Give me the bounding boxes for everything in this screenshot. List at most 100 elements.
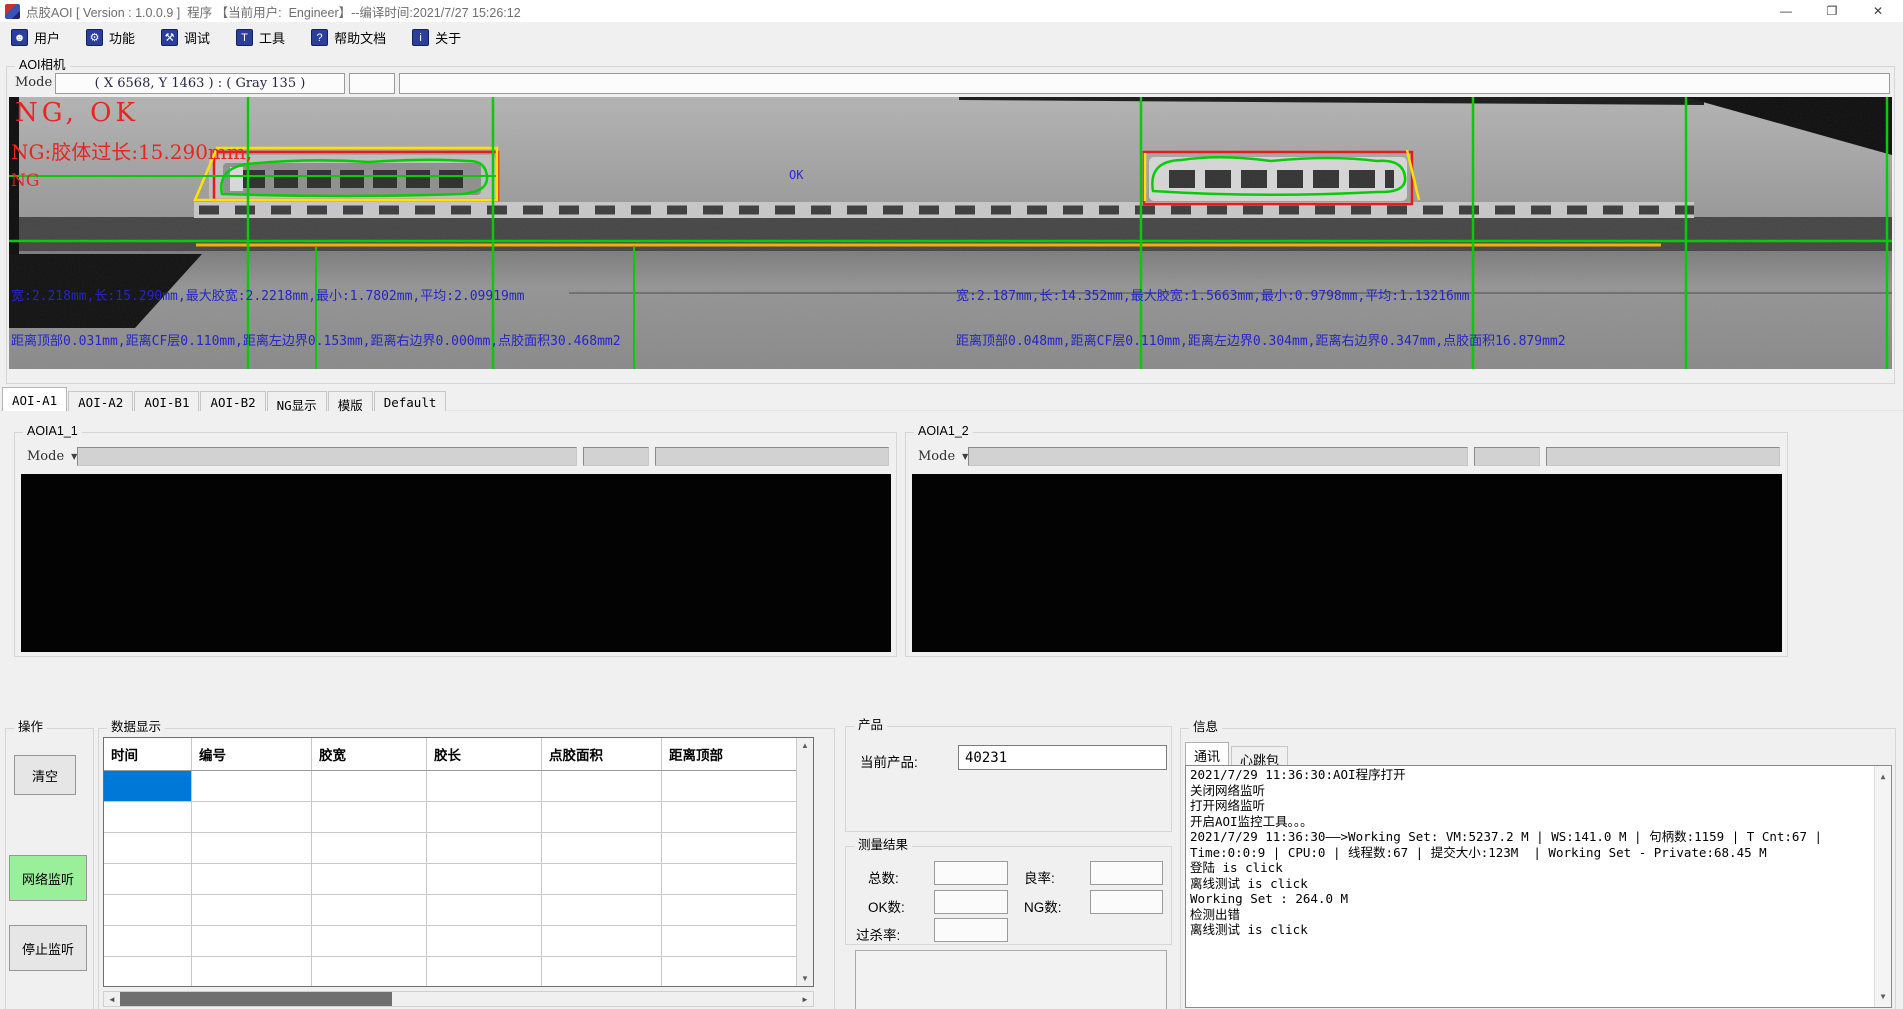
operation-group: 操作 清空 网络监听 停止监听 xyxy=(5,728,94,1009)
scrollbar-thumb[interactable] xyxy=(120,992,392,1006)
table-cell[interactable] xyxy=(662,802,798,832)
table-vertical-scrollbar[interactable]: ▲ ▼ xyxy=(796,738,813,986)
panel-b-image-view[interactable] xyxy=(912,474,1782,652)
scroll-left-icon[interactable]: ◄ xyxy=(104,992,120,1006)
scroll-up-icon[interactable]: ▲ xyxy=(1881,769,1886,785)
column-header[interactable]: 胶宽 xyxy=(312,738,427,770)
scroll-down-icon[interactable]: ▼ xyxy=(801,974,809,983)
table-cell[interactable] xyxy=(427,802,542,832)
table-cell[interactable] xyxy=(312,802,427,832)
toolbar-button-about[interactable]: i关于 xyxy=(412,28,461,47)
table-cell[interactable] xyxy=(104,895,192,925)
table-row[interactable] xyxy=(104,957,813,987)
table-cell[interactable] xyxy=(662,895,798,925)
comm-log[interactable]: ▲ ▼ 2021/7/29 11:36:30:AOI程序打开关闭网络监听打开网络… xyxy=(1185,765,1892,1008)
table-cell[interactable] xyxy=(542,926,662,956)
scroll-right-icon[interactable]: ► xyxy=(797,992,813,1006)
column-header[interactable]: 距离顶部 xyxy=(662,738,798,770)
table-cell[interactable] xyxy=(542,957,662,987)
scrollbar-track[interactable] xyxy=(392,992,797,1006)
toolbar-button-user[interactable]: ☻用户 xyxy=(11,28,60,47)
table-cell[interactable] xyxy=(192,957,312,987)
table-cell[interactable] xyxy=(542,864,662,894)
toolbar-button-function[interactable]: ⚙功能 xyxy=(86,28,135,47)
column-header[interactable]: 胶长 xyxy=(427,738,542,770)
column-header[interactable]: 编号 xyxy=(192,738,312,770)
table-cell[interactable] xyxy=(427,957,542,987)
table-cell[interactable] xyxy=(192,771,312,801)
toolbar-button-tools[interactable]: T工具 xyxy=(236,28,285,47)
table-cell[interactable] xyxy=(427,926,542,956)
tab-NG显示[interactable]: NG显示 xyxy=(267,391,327,411)
table-row[interactable] xyxy=(104,802,813,833)
table-row[interactable] xyxy=(104,833,813,864)
scroll-down-icon[interactable]: ▼ xyxy=(1881,989,1886,1005)
table-cell[interactable] xyxy=(192,895,312,925)
table-cell[interactable] xyxy=(427,864,542,894)
table-cell[interactable] xyxy=(104,771,192,801)
log-vertical-scrollbar[interactable]: ▲ ▼ xyxy=(1874,766,1891,1007)
table-cell[interactable] xyxy=(427,895,542,925)
table-cell[interactable] xyxy=(542,895,662,925)
panel-a-mode-dropdown[interactable]: Mode ▼ xyxy=(23,446,81,467)
panel-a-image-view[interactable] xyxy=(21,474,891,652)
log-line: Time:0:0:9 | CPU:0 | 线程数:67 | 提交大小:123M … xyxy=(1190,845,1871,861)
log-line: 2021/7/29 11:36:30——>Working Set: VM:523… xyxy=(1190,829,1871,845)
table-cell[interactable] xyxy=(192,926,312,956)
toolbar-button-debug[interactable]: ⚒调试 xyxy=(161,28,210,47)
table-cell[interactable] xyxy=(662,957,798,987)
table-cell[interactable] xyxy=(427,833,542,863)
table-row[interactable] xyxy=(104,895,813,926)
table-cell[interactable] xyxy=(104,957,192,987)
table-cell[interactable] xyxy=(542,771,662,801)
table-cell[interactable] xyxy=(662,833,798,863)
network-listen-button[interactable]: 网络监听 xyxy=(9,855,87,901)
clear-button[interactable]: 清空 xyxy=(14,755,76,795)
table-cell[interactable] xyxy=(312,957,427,987)
tab-AOI-B1[interactable]: AOI-B1 xyxy=(134,391,199,411)
panel-b-field-3 xyxy=(1546,447,1780,466)
close-button[interactable]: ✕ xyxy=(1855,0,1901,22)
column-header[interactable]: 点胶面积 xyxy=(542,738,662,770)
panel-b-label: AOIA1_2 xyxy=(914,424,973,439)
table-cell[interactable] xyxy=(104,802,192,832)
table-cell[interactable] xyxy=(192,833,312,863)
panel-b-mode-dropdown[interactable]: Mode ▼ xyxy=(914,446,972,467)
table-row[interactable] xyxy=(104,771,813,802)
table-cell[interactable] xyxy=(192,802,312,832)
table-cell[interactable] xyxy=(662,864,798,894)
toolbar-button-help[interactable]: ?帮助文档 xyxy=(311,28,386,47)
table-cell[interactable] xyxy=(312,926,427,956)
table-row[interactable] xyxy=(104,864,813,895)
camera-image[interactable]: NG, OK NG:胶体过长:15.290mm, NG OK 宽:2.218mm… xyxy=(9,97,1892,369)
table-cell[interactable] xyxy=(104,926,192,956)
table-cell[interactable] xyxy=(192,864,312,894)
tab-AOI-A1[interactable]: AOI-A1 xyxy=(2,387,67,411)
table-horizontal-scrollbar[interactable]: ◄ ► xyxy=(103,991,814,1007)
minimize-button[interactable]: — xyxy=(1763,0,1809,22)
log-line: 打开网络监听 xyxy=(1190,798,1871,814)
table-cell[interactable] xyxy=(662,771,798,801)
table-cell[interactable] xyxy=(542,833,662,863)
table-cell[interactable] xyxy=(312,864,427,894)
tab-Default[interactable]: Default xyxy=(374,391,447,411)
current-product-input[interactable] xyxy=(958,745,1167,770)
stop-listen-button[interactable]: 停止监听 xyxy=(9,925,87,971)
tab-AOI-A2[interactable]: AOI-A2 xyxy=(68,391,133,411)
table-cell[interactable] xyxy=(542,802,662,832)
data-table-header: 时间编号胶宽胶长点胶面积距离顶部 xyxy=(104,738,813,771)
table-row[interactable] xyxy=(104,926,813,957)
table-cell[interactable] xyxy=(104,864,192,894)
table-cell[interactable] xyxy=(312,771,427,801)
table-cell[interactable] xyxy=(312,895,427,925)
tab-模版[interactable]: 模版 xyxy=(328,391,373,411)
scroll-up-icon[interactable]: ▲ xyxy=(801,741,809,750)
tab-AOI-B2[interactable]: AOI-B2 xyxy=(200,391,265,411)
maximize-button[interactable]: ❐ xyxy=(1809,0,1855,22)
column-header[interactable]: 时间 xyxy=(104,738,192,770)
table-cell[interactable] xyxy=(104,833,192,863)
table-cell[interactable] xyxy=(312,833,427,863)
table-cell[interactable] xyxy=(662,926,798,956)
overlay-left-stats-1: 宽:2.218mm,长:15.290mm,最大胶宽:2.2218mm,最小:1.… xyxy=(11,285,525,304)
table-cell[interactable] xyxy=(427,771,542,801)
